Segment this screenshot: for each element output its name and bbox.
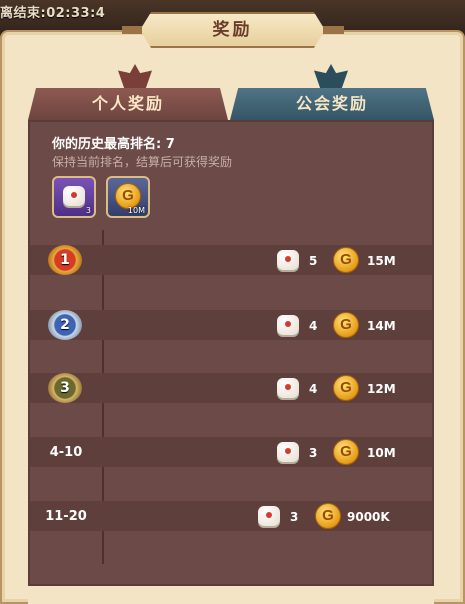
dice-icon	[277, 315, 299, 335]
current-reward-dice[interactable]: 3	[52, 176, 96, 218]
panel-title: 奖励	[212, 20, 253, 40]
dice-count: 3	[290, 510, 299, 524]
dice-count: 3	[309, 446, 318, 460]
dice-icon	[277, 442, 299, 462]
gold-coin-icon: G	[333, 312, 359, 338]
gold-amount: 12M	[367, 382, 396, 396]
reward-count: 10M	[127, 206, 145, 215]
reward-count: 3	[85, 206, 91, 215]
tab-guild-rewards[interactable]: 公会奖励	[230, 88, 434, 120]
dice-count: 5	[309, 254, 318, 268]
gold-amount: 10M	[367, 446, 396, 460]
gold-coin-icon: G	[315, 503, 341, 529]
gold-coin-icon: G	[333, 375, 359, 401]
panel-bottom	[28, 586, 434, 604]
gold-amount: 14M	[367, 319, 396, 333]
bronze-medal-icon: 3	[48, 373, 82, 403]
rank-range: 4-10	[49, 445, 83, 460]
event-countdown: 离结束:02:33:4	[0, 6, 106, 21]
dice-count: 4	[309, 382, 318, 396]
rank-range: 11-20	[45, 509, 87, 524]
gold-amount: 15M	[367, 254, 396, 268]
gold-coin-icon: G	[333, 247, 359, 273]
dice-icon	[258, 506, 280, 526]
best-rank-label: 你的历史最高排名: 7	[52, 137, 175, 152]
current-reward-gold[interactable]: G 10M	[106, 176, 150, 218]
dice-icon	[63, 186, 85, 206]
reward-hint: 保持当前排名，结算后可获得奖励	[52, 155, 233, 169]
dice-count: 4	[309, 319, 318, 333]
gold-coin-icon: G	[333, 439, 359, 465]
silver-medal-icon: 2	[48, 310, 82, 340]
dice-icon	[277, 250, 299, 270]
gold-medal-icon: 1	[48, 245, 82, 275]
gold-amount: 9000K	[347, 510, 390, 524]
dice-icon	[277, 378, 299, 398]
tab-personal-rewards[interactable]: 个人奖励	[28, 88, 228, 120]
